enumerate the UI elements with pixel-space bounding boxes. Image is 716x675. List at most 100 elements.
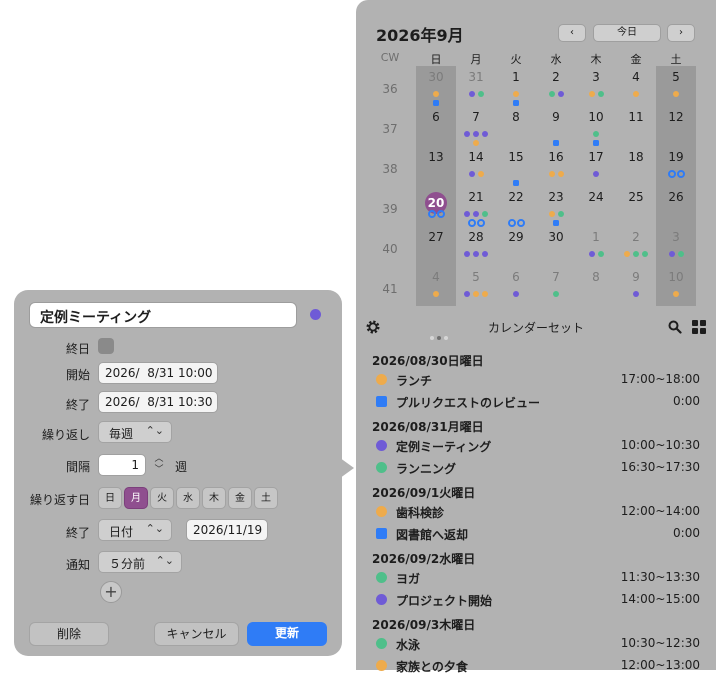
stepper-down-icon[interactable]: ﹀ bbox=[150, 465, 168, 476]
agenda-event-title[interactable]: ランニング bbox=[396, 460, 456, 477]
updown-chevron-icon: ⌃⌄ bbox=[145, 424, 164, 437]
gear-icon[interactable] bbox=[365, 319, 381, 335]
day-cell[interactable]: 14 bbox=[456, 150, 496, 164]
month-title: 2026年9月 bbox=[376, 26, 464, 45]
update-button[interactable]: 更新 bbox=[247, 622, 327, 646]
event-dot bbox=[548, 211, 555, 217]
day-cell[interactable]: 15 bbox=[496, 150, 536, 164]
agenda-event-title[interactable]: 家族との夕食 bbox=[396, 658, 468, 675]
repeat-end-date-field[interactable]: 2026/11/19 bbox=[186, 519, 268, 541]
search-icon[interactable] bbox=[668, 320, 682, 334]
page-indicator[interactable] bbox=[430, 325, 451, 344]
day-cell[interactable]: 10 bbox=[656, 270, 696, 284]
day-cell[interactable]: 31 bbox=[456, 70, 496, 84]
event-dot bbox=[513, 91, 519, 97]
interval-unit: 週 bbox=[175, 460, 188, 474]
day-cell[interactable]: 26 bbox=[656, 190, 696, 204]
interval-input[interactable]: 1 bbox=[98, 454, 146, 476]
day-cell[interactable]: 6 bbox=[496, 270, 536, 284]
start-datetime-field[interactable]: 2026/ 8/31 10:00 bbox=[98, 362, 218, 384]
day-cell[interactable]: 21 bbox=[456, 190, 496, 204]
day-cell[interactable]: 5 bbox=[456, 270, 496, 284]
day-cell[interactable]: 9 bbox=[616, 270, 656, 284]
day-cell[interactable]: 10 bbox=[576, 110, 616, 124]
calendar-set-title[interactable]: カレンダーセット bbox=[488, 319, 584, 336]
day-cell[interactable]: 25 bbox=[616, 190, 656, 204]
multi-day-event-marker bbox=[507, 219, 516, 227]
day-cell[interactable]: 29 bbox=[496, 230, 536, 244]
day-cell[interactable]: 7 bbox=[456, 110, 496, 124]
event-dot bbox=[548, 171, 555, 177]
day-cell[interactable]: 17 bbox=[576, 150, 616, 164]
day-cell[interactable]: 8 bbox=[496, 110, 536, 124]
day-cell[interactable]: 6 bbox=[416, 110, 456, 124]
agenda-event-title[interactable]: ヨガ bbox=[396, 570, 420, 587]
event-dot bbox=[593, 171, 599, 177]
event-color-marker bbox=[376, 462, 387, 473]
day-cell[interactable]: 27 bbox=[416, 230, 456, 244]
day-cell[interactable]: 28 bbox=[456, 230, 496, 244]
weekday-toggle-tue[interactable]: 火 bbox=[150, 487, 174, 509]
day-cell[interactable]: 2 bbox=[536, 70, 576, 84]
agenda-event-title[interactable]: ランチ bbox=[396, 372, 432, 389]
multi-day-event-marker bbox=[667, 170, 676, 178]
day-cell[interactable]: 2 bbox=[616, 230, 656, 244]
day-cell[interactable]: 8 bbox=[576, 270, 616, 284]
day-cell[interactable]: 13 bbox=[416, 150, 456, 164]
weekday-header: 水 bbox=[550, 53, 562, 66]
day-cell[interactable]: 7 bbox=[536, 270, 576, 284]
agenda-event-title[interactable]: 水泳 bbox=[396, 636, 420, 653]
day-cell[interactable]: 1 bbox=[496, 70, 536, 84]
day-cell[interactable]: 3 bbox=[576, 70, 616, 84]
day-cell[interactable]: 30 bbox=[416, 70, 456, 84]
weekday-toggle-sat[interactable]: 土 bbox=[254, 487, 278, 509]
delete-button[interactable]: 削除 bbox=[29, 622, 109, 646]
day-cell[interactable]: 9 bbox=[536, 110, 576, 124]
day-cell[interactable]: 18 bbox=[616, 150, 656, 164]
day-cell[interactable]: 3 bbox=[656, 230, 696, 244]
event-color-button[interactable] bbox=[310, 309, 321, 320]
weekday-toggle-mon[interactable]: 月 bbox=[124, 487, 148, 509]
agenda-event-time: 17:00~18:00 bbox=[620, 372, 700, 386]
weekday-toggle-fri[interactable]: 金 bbox=[228, 487, 252, 509]
multi-day-event-marker bbox=[467, 219, 476, 227]
repeat-end-type-select[interactable]: 日付 ⌃⌄ bbox=[98, 519, 172, 541]
repeat-days-label: 繰り返す日 bbox=[29, 493, 90, 507]
day-cell[interactable]: 24 bbox=[576, 190, 616, 204]
day-cell[interactable]: 1 bbox=[576, 230, 616, 244]
day-cell[interactable]: 16 bbox=[536, 150, 576, 164]
day-cell[interactable]: 4 bbox=[416, 270, 456, 284]
agenda-event-title[interactable]: プルリクエストのレビュー bbox=[396, 394, 540, 411]
repeat-select[interactable]: 毎週 ⌃⌄ bbox=[98, 421, 172, 443]
today-button[interactable]: 今日 bbox=[593, 24, 661, 42]
add-notification-button[interactable]: + bbox=[100, 581, 122, 603]
agenda-event-title[interactable]: 図書館へ返却 bbox=[396, 526, 468, 543]
event-title-input[interactable]: 定例ミーティング bbox=[29, 302, 297, 328]
day-cell[interactable]: 11 bbox=[616, 110, 656, 124]
day-cell[interactable]: 22 bbox=[496, 190, 536, 204]
prev-month-button[interactable]: ‹ bbox=[558, 24, 586, 42]
stepper-up-icon[interactable]: ︿ bbox=[150, 454, 168, 465]
day-cell[interactable]: 19 bbox=[656, 150, 696, 164]
end-datetime-field[interactable]: 2026/ 8/31 10:30 bbox=[98, 391, 218, 413]
repeat-select-value: 毎週 bbox=[109, 427, 134, 441]
day-cell[interactable]: 12 bbox=[656, 110, 696, 124]
agenda-event-title[interactable]: プロジェクト開始 bbox=[396, 592, 492, 609]
weekday-toggle-thu[interactable]: 木 bbox=[202, 487, 226, 509]
all-day-checkbox[interactable] bbox=[98, 338, 114, 354]
day-cell[interactable]: 5 bbox=[656, 70, 696, 84]
grid-icon[interactable] bbox=[692, 320, 706, 334]
event-dot bbox=[553, 291, 559, 297]
weekday-toggle-sun[interactable]: 日 bbox=[98, 487, 122, 509]
interval-stepper[interactable]: ︿ ﹀ bbox=[150, 454, 168, 478]
event-dot bbox=[642, 251, 648, 257]
weekday-toggle-wed[interactable]: 水 bbox=[176, 487, 200, 509]
agenda-event-title[interactable]: 定例ミーティング bbox=[396, 438, 491, 455]
next-month-button[interactable]: › bbox=[667, 24, 695, 42]
agenda-event-title[interactable]: 歯科検診 bbox=[396, 504, 444, 521]
day-cell[interactable]: 4 bbox=[616, 70, 656, 84]
notify-select[interactable]: ５分前 ⌃⌄ bbox=[98, 551, 182, 573]
day-cell[interactable]: 23 bbox=[536, 190, 576, 204]
cancel-button[interactable]: キャンセル bbox=[154, 622, 239, 646]
day-cell[interactable]: 30 bbox=[536, 230, 576, 244]
